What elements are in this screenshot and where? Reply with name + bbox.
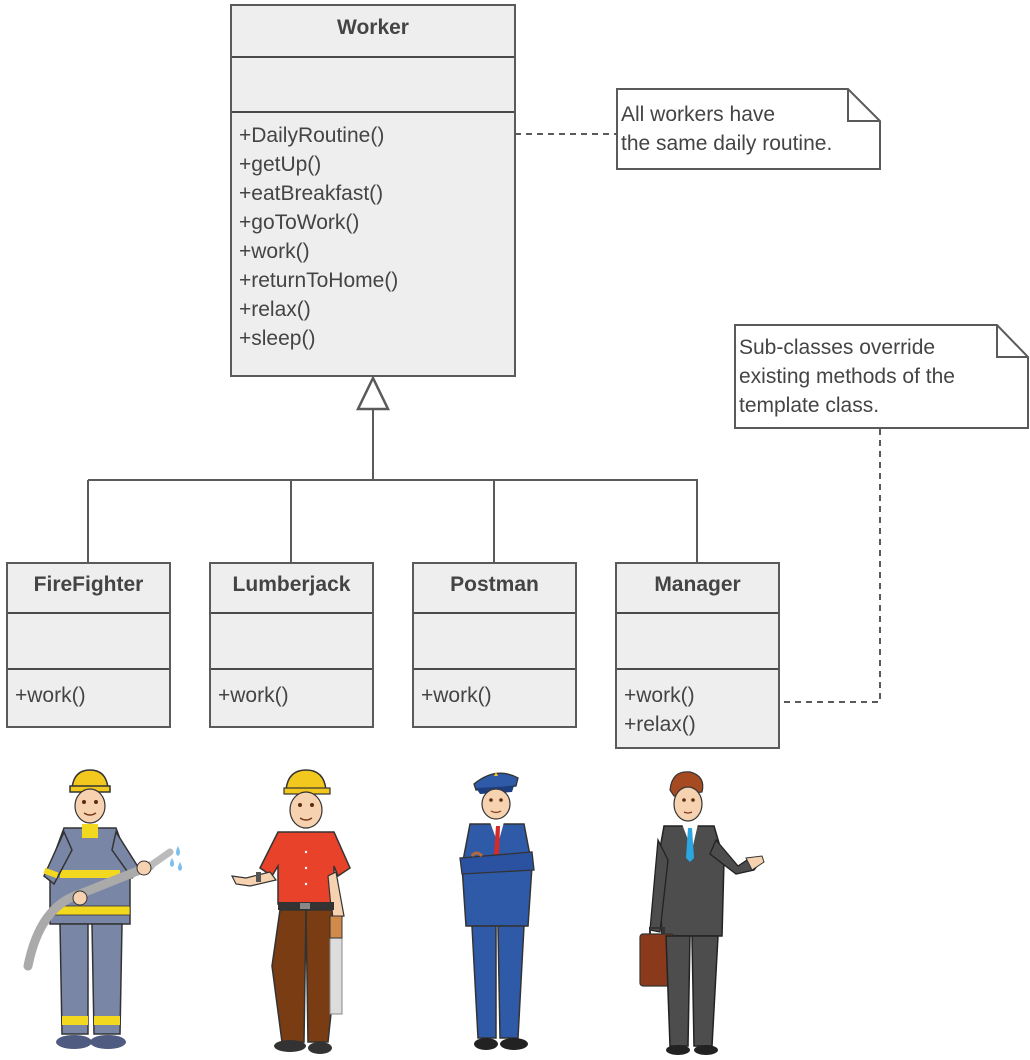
note-line: existing methods of the	[739, 365, 955, 388]
manager-figure	[639, 771, 765, 1055]
method: +returnToHome()	[239, 269, 399, 292]
note-line: the same daily routine.	[621, 132, 833, 155]
method: +work()	[239, 240, 310, 263]
class-firefighter[interactable]: FireFighter +work()	[6, 562, 171, 728]
note-line: All workers have	[621, 103, 776, 126]
class-manager-attributes	[617, 614, 778, 670]
class-lumberjack-name: Lumberjack	[211, 564, 372, 614]
note-connector-manager	[779, 429, 881, 703]
class-firefighter-attributes	[8, 614, 169, 670]
class-worker-methods: +DailyRoutine() +getUp() +eatBreakfast()…	[232, 113, 514, 353]
class-lumberjack-methods: +work()	[211, 670, 372, 710]
method: +goToWork()	[239, 211, 360, 234]
method: +work()	[15, 684, 86, 707]
class-postman[interactable]: Postman +work()	[412, 562, 577, 728]
class-manager-methods: +work() +relax()	[617, 670, 778, 739]
note-worker[interactable]: All workers have the same daily routine.	[617, 98, 879, 158]
method: +sleep()	[239, 327, 316, 350]
class-manager[interactable]: Manager +work() +relax()	[615, 562, 780, 749]
method: +work()	[421, 684, 492, 707]
class-worker[interactable]: Worker +DailyRoutine() +getUp() +eatBrea…	[230, 4, 516, 377]
lumberjack-helmet-icon	[285, 769, 327, 791]
saw-icon	[329, 937, 343, 1015]
method: +work()	[218, 684, 289, 707]
water-drop-icon	[176, 846, 180, 856]
generalization-arrowhead-icon	[356, 375, 390, 411]
method: +DailyRoutine()	[239, 124, 385, 147]
class-postman-methods: +work()	[414, 670, 575, 710]
postman-figure	[459, 772, 535, 1050]
class-firefighter-methods: +work()	[8, 670, 169, 710]
lumberjack-figure	[230, 769, 351, 1054]
note-line: template class.	[739, 394, 880, 417]
class-worker-name: Worker	[232, 6, 514, 58]
method: +getUp()	[239, 153, 322, 176]
method: +work()	[624, 684, 695, 707]
class-postman-name: Postman	[414, 564, 575, 614]
class-lumberjack-attributes	[211, 614, 372, 670]
class-lumberjack[interactable]: Lumberjack +work()	[209, 562, 374, 728]
note-line: Sub-classes override	[739, 336, 936, 359]
class-worker-attributes	[232, 58, 514, 113]
class-postman-attributes	[414, 614, 575, 670]
firefighter-figure	[23, 769, 182, 1049]
method: +eatBreakfast()	[239, 182, 384, 205]
class-firefighter-name: FireFighter	[8, 564, 169, 614]
note-subclasses[interactable]: Sub-classes override existing methods of…	[735, 331, 1027, 420]
class-manager-name: Manager	[617, 564, 778, 614]
method: +relax()	[624, 713, 696, 736]
method: +relax()	[239, 298, 311, 321]
